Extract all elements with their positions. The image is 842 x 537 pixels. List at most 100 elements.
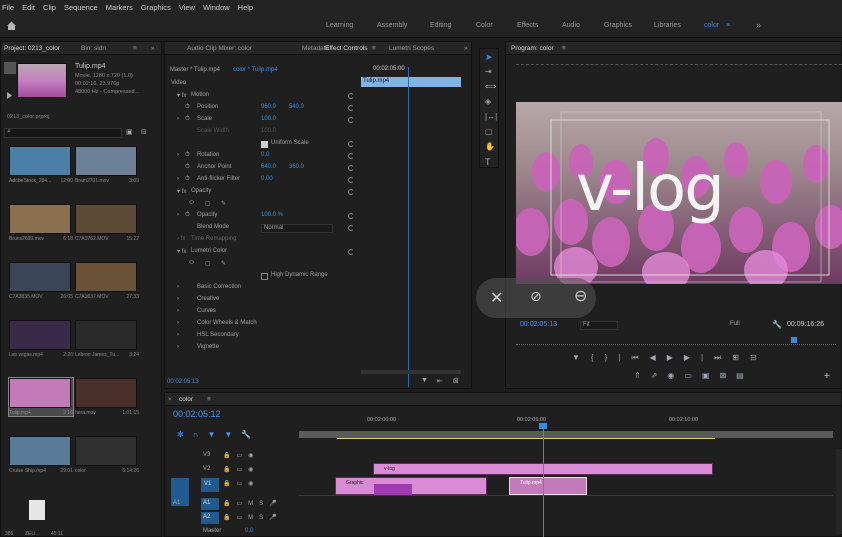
play-icon[interactable]: ▶ xyxy=(667,353,684,362)
slip-tool-icon[interactable]: |↔| xyxy=(485,112,497,121)
program-timecode[interactable]: 00:02:05:13 xyxy=(520,321,557,328)
track-v1-controls[interactable]: 🔒▭◉ xyxy=(223,480,259,487)
track-v1-label[interactable]: V1 xyxy=(201,478,219,492)
effects-scrollbar[interactable] xyxy=(361,370,461,374)
track-v2-label[interactable]: V2 xyxy=(203,466,210,472)
timeline-timecode[interactable]: 00:02:05:12 xyxy=(173,409,221,419)
workspace-color[interactable]: Color xyxy=(476,22,493,29)
curves-row[interactable]: › Curves xyxy=(165,308,360,320)
menu-window[interactable]: Window xyxy=(203,3,230,12)
menu-sequence[interactable]: Sequence xyxy=(64,3,98,12)
effects-more-icon[interactable]: » xyxy=(464,45,468,52)
camera-icon[interactable]: ◉ xyxy=(667,371,684,380)
menu-view[interactable]: View xyxy=(179,3,195,12)
play-preview-icon[interactable] xyxy=(6,92,13,99)
hsl-secondary-row[interactable]: › HSL Secondary xyxy=(165,332,360,344)
settings-wrench-icon[interactable]: 🔧 xyxy=(241,430,260,439)
track-v2-controls[interactable]: 🔒▭◉ xyxy=(223,466,259,473)
timeline-tracks-area[interactable]: v-log Graphic Tulip.mp4 xyxy=(299,423,833,537)
program-video-frame[interactable]: v-log xyxy=(516,102,842,284)
basic-correction-row[interactable]: › Basic Correction xyxy=(165,284,360,296)
project-item[interactable]: Lebron James_Tu... 3:24 xyxy=(75,320,139,358)
pen-tool-icon[interactable]: ▢ xyxy=(485,127,493,136)
workspace-editing[interactable]: Editing xyxy=(430,22,451,29)
selection-tool-icon[interactable]: ➤ xyxy=(485,52,493,63)
tab-effect-controls[interactable]: Effect Controls xyxy=(325,45,368,52)
tab-sequence[interactable]: color xyxy=(179,396,193,403)
filter-icon[interactable]: ▼ xyxy=(421,377,428,384)
mark-out-icon[interactable]: } xyxy=(605,353,619,362)
time-remap-row[interactable]: › fx Time Remapping xyxy=(165,236,360,248)
track-select-icon[interactable]: ⇥ xyxy=(485,67,492,76)
timeline-menu-icon[interactable]: ≡ xyxy=(207,396,211,403)
workspace-learning[interactable]: Learning xyxy=(326,22,353,29)
project-item[interactable]: C7A3762.MOV 15:22 xyxy=(75,204,139,242)
menu-help[interactable]: Help xyxy=(238,3,253,12)
wrench-icon[interactable]: 🔧 xyxy=(772,320,782,329)
opacity-effect[interactable]: ▾ fx Opacity xyxy=(165,188,360,200)
timeline-vertical-scrollbar[interactable] xyxy=(836,449,842,534)
quality-select[interactable]: Full xyxy=(730,321,760,330)
link-icon[interactable]: ∩ xyxy=(193,430,208,439)
snap-icon[interactable]: ✻ xyxy=(177,430,193,439)
overlay-title-text[interactable]: v-log xyxy=(576,152,725,226)
extract-icon[interactable]: ⇗ xyxy=(651,371,668,380)
frame-back-icon[interactable]: ◀ xyxy=(650,353,667,362)
uniform-scale-row[interactable]: Uniform Scale xyxy=(165,140,360,152)
project-item[interactable]: Cruise Ship.mp4 29:01 xyxy=(9,436,73,474)
antiflicker-row[interactable]: › ⏱ Anti-flicker Filter 0.00 xyxy=(165,176,360,188)
panel-more-icon[interactable]: » xyxy=(151,45,155,52)
effects-menu-icon[interactable]: ≡ xyxy=(372,45,376,52)
creative-row[interactable]: › Creative xyxy=(165,296,360,308)
workspace-assembly[interactable]: Assembly xyxy=(377,22,407,29)
scale-row[interactable]: › ⏱ Scale 100.0 xyxy=(165,116,360,128)
workspace-audio[interactable]: Audio xyxy=(562,22,580,29)
tab-program[interactable]: Program: color xyxy=(511,45,554,52)
workspace-menu-icon[interactable]: ≡ xyxy=(726,22,730,29)
anchor-row[interactable]: ⏱ Anchor Point 640.0 360.0 xyxy=(165,164,360,176)
rotation-row[interactable]: › ⏱ Rotation 0.0 xyxy=(165,152,360,164)
vr-icon[interactable]: ▤ xyxy=(736,371,754,380)
project-item[interactable]: Bruns2699.mov 6:18 xyxy=(9,204,73,242)
track-v3-controls[interactable]: 🔒▭◉ xyxy=(223,452,259,459)
marker-icon[interactable]: ▼ xyxy=(224,430,241,439)
home-icon[interactable] xyxy=(6,20,17,31)
color-wheels-row[interactable]: › Color Wheels & Match xyxy=(165,320,360,332)
effects-keyframe-area[interactable] xyxy=(361,70,471,370)
workspace-color-active[interactable]: color xyxy=(704,22,719,29)
workspace-effects[interactable]: Effects xyxy=(517,22,538,29)
tab-audio-clip-mixer[interactable]: Audio Clip Mixer: color xyxy=(187,45,252,52)
toggle-proxy-icon[interactable]: ⊠ xyxy=(720,371,737,380)
track-a1-controls[interactable]: 🔒▭MS🎤 xyxy=(223,500,283,507)
motion-effect[interactable]: ▾ fx Motion xyxy=(165,92,360,104)
workspace-more-icon[interactable]: » xyxy=(756,20,761,30)
timeline-ruler[interactable]: 00:02:00:00 00:02:05:00 00:02:10:00 xyxy=(299,415,842,427)
mute-icon[interactable]: ⊘ xyxy=(530,288,542,305)
menu-file[interactable]: File xyxy=(2,3,14,12)
minus-circle-icon[interactable]: ⊖ xyxy=(574,286,587,306)
hdr-row[interactable]: High Dynamic Range xyxy=(165,272,360,284)
menu-clip[interactable]: Clip xyxy=(43,3,56,12)
lumetri-mask-row[interactable]: ⬭ ▢ ✎ xyxy=(165,260,360,272)
position-row[interactable]: ⏱ Position 960.0 540.0 xyxy=(165,104,360,116)
project-item[interactable]: C7A3637.MOV 27:33 xyxy=(75,262,139,300)
master-track-value[interactable]: 0.0 xyxy=(245,528,253,534)
hand-tool-icon[interactable]: ✋ xyxy=(485,142,495,151)
tab-bin[interactable]: Bin: sidn xyxy=(81,45,106,52)
go-out-icon[interactable]: ⏭ xyxy=(714,353,732,362)
master-clip-label[interactable]: Master * Tulip.mp4 xyxy=(170,67,220,73)
track-a1-label[interactable]: A1 xyxy=(201,498,219,510)
mask-tools-row[interactable]: ⬭ ▢ ✎ xyxy=(165,200,360,212)
frame-forward-icon[interactable]: ▶| xyxy=(684,353,714,362)
source-a1-label[interactable]: A1 xyxy=(173,500,180,506)
project-item[interactable]: C7A3835.MOV 26:05 xyxy=(9,262,73,300)
type-tool-icon[interactable]: T xyxy=(485,157,491,167)
project-item[interactable]: Bram2701.mov 3:09 xyxy=(75,146,139,184)
timeline-playhead[interactable] xyxy=(543,425,544,537)
project-item[interactable]: AdobeStock_284... 12:00 xyxy=(9,146,73,184)
menu-edit[interactable]: Edit xyxy=(22,3,35,12)
insert-icon[interactable]: ⊞ xyxy=(732,353,750,362)
track-a2-label[interactable]: A2 xyxy=(201,512,219,524)
program-scrub-bar[interactable] xyxy=(516,341,836,345)
export-icon[interactable]: ⇤ xyxy=(437,377,443,385)
